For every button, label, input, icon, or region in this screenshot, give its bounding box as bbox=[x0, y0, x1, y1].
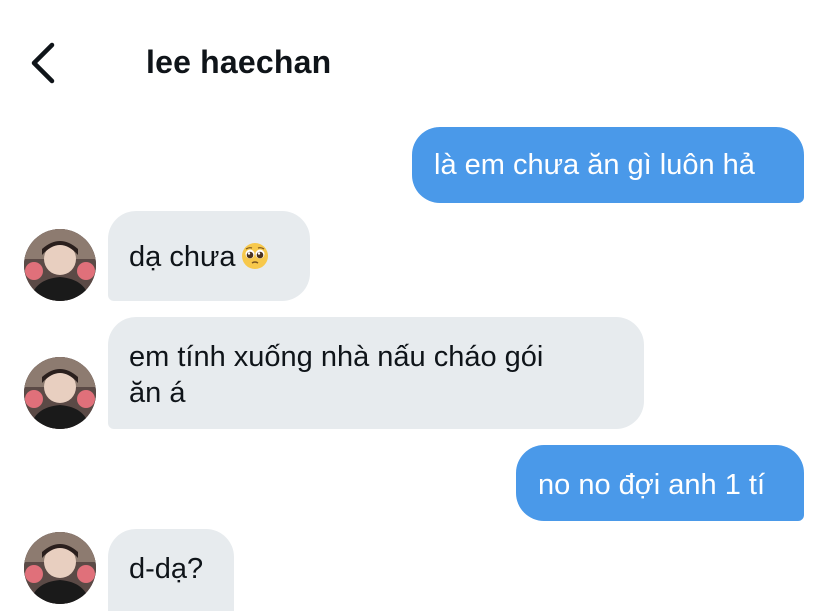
message-text: là em chưa ăn gì luôn hả bbox=[434, 149, 755, 181]
message-thread: là em chưa ăn gì luôn hả dạ chưa em tính… bbox=[0, 0, 826, 611]
sent-message[interactable]: no no đợi anh 1 tí bbox=[516, 445, 804, 521]
message-text: dạ chưa bbox=[129, 241, 236, 273]
avatar[interactable] bbox=[24, 229, 96, 301]
message-text-line: em tính xuống nhà nấu cháo gói bbox=[129, 341, 544, 373]
pleading-face-icon bbox=[242, 243, 269, 269]
received-message[interactable]: em tính xuống nhà nấu cháo gói ăn á bbox=[108, 317, 644, 429]
message-text: no no đợi anh 1 tí bbox=[538, 469, 766, 501]
message-text: d-dạ? bbox=[129, 553, 204, 585]
avatar[interactable] bbox=[24, 532, 96, 604]
received-message[interactable]: dạ chưa bbox=[108, 211, 310, 301]
avatar[interactable] bbox=[24, 357, 96, 429]
received-message[interactable]: d-dạ? bbox=[108, 529, 234, 611]
message-text-line: ăn á bbox=[129, 377, 186, 409]
sent-message[interactable]: là em chưa ăn gì luôn hả bbox=[412, 127, 804, 203]
